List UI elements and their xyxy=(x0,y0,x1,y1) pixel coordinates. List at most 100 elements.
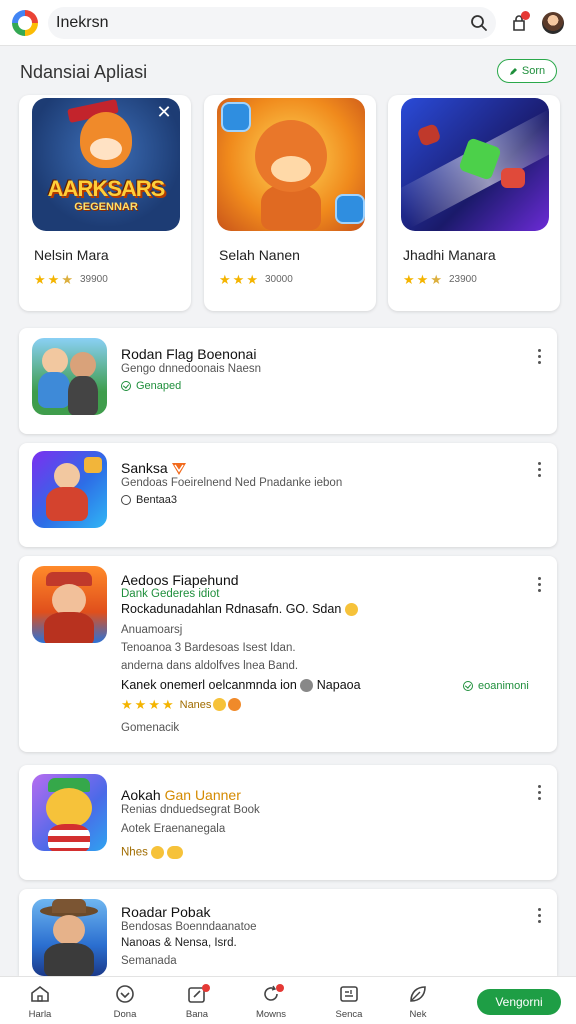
star-icon: ★ xyxy=(430,272,442,287)
app-rating: ★ ★ ★ ★ Nanes xyxy=(121,697,242,712)
emoji-icon xyxy=(167,846,184,859)
notification-badge xyxy=(276,984,284,992)
emoji-icon xyxy=(228,698,242,711)
more-options-icon[interactable] xyxy=(535,462,543,477)
star-icon: ★ xyxy=(121,697,133,712)
notification-badge xyxy=(521,10,530,20)
section-action-label: Sorn xyxy=(521,65,546,77)
featured-thumbnail xyxy=(401,98,549,231)
avatar[interactable] xyxy=(542,11,564,34)
app-list-item[interactable]: Roadar Pobak Bendosas Boenndaanatoe Nano… xyxy=(19,889,557,976)
section-action-button[interactable]: Sorn xyxy=(497,59,557,83)
edit-icon xyxy=(509,67,517,75)
app-icon xyxy=(32,899,107,976)
emoji-icon xyxy=(213,698,227,711)
app-status-label: eoanimoni xyxy=(478,680,529,692)
search-input[interactable]: Inekrsn xyxy=(56,14,468,32)
more-options-icon[interactable] xyxy=(535,908,543,923)
app-status[interactable]: eoanimoni xyxy=(463,680,529,692)
app-status[interactable]: Bentaa3 xyxy=(121,494,177,506)
star-icon: ★ xyxy=(47,272,60,287)
app-description-line: anderna dans aldolfves lnea Band. xyxy=(121,660,299,672)
app-icon xyxy=(32,338,107,415)
app-footer-text: Gomenacik xyxy=(121,722,180,734)
nav-label: Senca xyxy=(335,1009,363,1020)
star-icon: ★ xyxy=(161,697,174,712)
star-icon: ★ xyxy=(232,272,245,287)
star-icon: ★ xyxy=(219,272,231,287)
featured-rating: ★ ★ ★ 39900 xyxy=(34,273,108,286)
circle-icon xyxy=(121,495,131,505)
rating-count: 23900 xyxy=(448,274,477,285)
edit-icon xyxy=(172,983,222,1005)
app-title: Rodan Flag Boenonai xyxy=(121,346,257,362)
section-title: Ndansiai Apliasi xyxy=(20,62,148,82)
star-icon: ★ xyxy=(61,272,73,287)
featured-card[interactable]: Selah Nanen ★ ★ ★ 30000 xyxy=(204,95,376,311)
app-list-item[interactable]: Rodan Flag Boenonai Gengo dnnedoonais Na… xyxy=(19,328,557,434)
app-status[interactable]: Genaped xyxy=(121,380,181,392)
home-icon xyxy=(15,983,65,1005)
nav-item-apps[interactable]: Bana xyxy=(172,983,222,1020)
app-description-line: Tenoanoa 3 Bardesoas Isest Idan. xyxy=(121,642,296,654)
featured-thumbnail: AARKSARS GEGENNAR ✕ xyxy=(32,98,180,231)
app-list-item[interactable]: Sanksa Gendoas Foeirelnend Ned Pnadanke … xyxy=(19,443,557,547)
top-app-bar: Inekrsn xyxy=(0,0,576,46)
heart-icon xyxy=(100,983,150,1005)
app-logo[interactable] xyxy=(12,9,38,36)
app-category: Nanoas & Nensa, Isrd. xyxy=(121,937,237,949)
search-bar[interactable]: Inekrsn xyxy=(48,6,496,39)
app-category: Aotek Eraenanegala xyxy=(121,823,226,835)
nav-item-games[interactable]: Dona xyxy=(100,983,150,1020)
featured-name: Nelsin Mara xyxy=(34,247,109,263)
featured-name: Selah Nanen xyxy=(219,247,300,263)
featured-card[interactable]: AARKSARS GEGENNAR ✕ Nelsin Mara ★ ★ ★ 39… xyxy=(19,95,191,311)
app-subtitle: Bendosas Boenndaanatoe xyxy=(121,921,257,933)
emoji-icon xyxy=(300,679,314,693)
app-developer: Dank Gederes idiot xyxy=(121,588,220,600)
app-subtitle: Gendoas Foeirelnend Ned Pnadanke iebon xyxy=(121,477,343,489)
app-title: Aedoos Fiapehund xyxy=(121,572,239,588)
app-list-item-expanded[interactable]: Aedoos Fiapehund Dank Gederes idiot Rock… xyxy=(19,556,557,752)
app-tag: Nhes xyxy=(121,846,184,859)
rating-count: 39900 xyxy=(79,274,108,285)
check-circle-icon xyxy=(463,681,473,691)
app-title: Aokah Gan Uanner xyxy=(121,787,241,803)
nav-item-search[interactable]: Senca xyxy=(324,983,374,1020)
app-description-line: Kanek onemerl oelcanmnda ion Napaoa xyxy=(121,678,361,693)
nav-label: Mowns xyxy=(255,1009,287,1020)
nav-label: Nek xyxy=(409,1009,427,1020)
star-icon: ★ xyxy=(416,272,429,287)
app-status-label: Genaped xyxy=(136,380,182,392)
rating-label: Nanes xyxy=(179,698,212,711)
notification-badge xyxy=(202,984,210,992)
app-status-label: Bentaa3 xyxy=(136,494,177,506)
art-title: AARKSARS xyxy=(47,176,166,201)
app-icon xyxy=(32,774,107,851)
nav-label: Dona xyxy=(113,1009,137,1020)
app-subtitle: Gengo dnnedoonais Naesn xyxy=(121,363,262,375)
badge-icon xyxy=(171,463,186,476)
nav-item-next[interactable]: Nek xyxy=(393,983,443,1020)
search-icon[interactable] xyxy=(468,12,490,34)
app-category: Anuamoarsj xyxy=(121,624,183,636)
emoji-icon xyxy=(344,603,358,617)
nav-label: Harla xyxy=(28,1009,52,1020)
close-icon[interactable]: ✕ xyxy=(154,102,174,122)
notification-icon[interactable] xyxy=(504,8,534,38)
leaf-icon xyxy=(393,983,443,1005)
app-list-item[interactable]: Aokah Gan Uanner Renias dnduedsegrat Boo… xyxy=(19,765,557,880)
featured-card[interactable]: Jhadhi Manara ★ ★ ★ 23900 xyxy=(388,95,560,311)
more-options-icon[interactable] xyxy=(535,577,543,592)
grid-icon xyxy=(324,983,374,1005)
nav-item-home[interactable]: Harla xyxy=(15,983,65,1020)
cta-button[interactable]: Vengorni xyxy=(477,989,561,1015)
star-icon: ★ xyxy=(403,272,415,287)
app-subtitle: Renias dnduedsegrat Book xyxy=(121,804,260,816)
app-headline: Rockadunadahlan Rdnasafn. GO. Sdan xyxy=(121,602,358,617)
nav-item-movies[interactable]: Mowns xyxy=(246,983,296,1020)
refresh-icon xyxy=(246,983,296,1005)
more-options-icon[interactable] xyxy=(535,349,543,364)
more-options-icon[interactable] xyxy=(535,785,543,800)
nav-label: Bana xyxy=(185,1009,209,1020)
